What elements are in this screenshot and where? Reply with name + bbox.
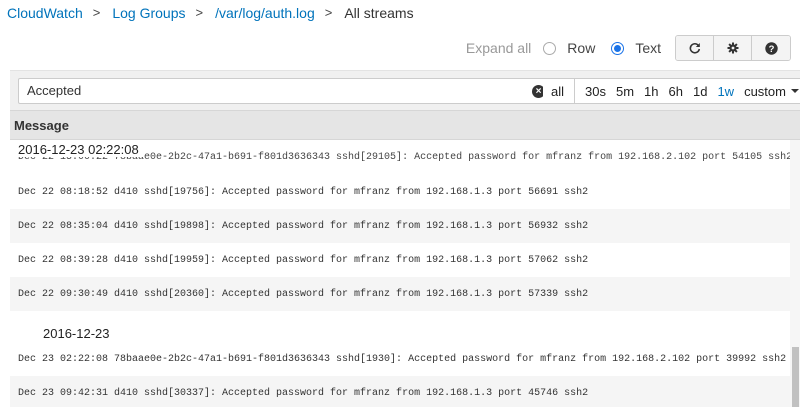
range-1w[interactable]: 1w xyxy=(717,84,734,99)
settings-button[interactable] xyxy=(714,36,752,60)
log-row-text: Dec 22 08:18:52 d410 sshd[19756]: Accept… xyxy=(18,187,589,198)
log-row[interactable]: Dec 22 08:35:04 d410 sshd[19898]: Accept… xyxy=(10,209,790,243)
log-row[interactable]: Dec 22 08:18:52 d410 sshd[19756]: Accept… xyxy=(10,175,790,209)
refresh-icon xyxy=(689,42,700,54)
svg-text:?: ? xyxy=(768,44,774,55)
range-custom-label: custom xyxy=(744,83,786,99)
log-row[interactable]: Dec 23 09:42:31 d410 sshd[30337]: Accept… xyxy=(10,376,790,407)
view-text-label[interactable]: Text xyxy=(635,40,661,56)
view-row-radio[interactable] xyxy=(543,41,557,55)
log-row[interactable]: Dec 22 08:39:28 d410 sshd[19959]: Accept… xyxy=(10,243,790,277)
breadcrumb-separator: > xyxy=(195,5,204,20)
breadcrumb-separator: > xyxy=(324,5,333,20)
gear-icon xyxy=(727,42,738,54)
time-range-selector: all 30s 5m 1h 6h 1d 1w custom xyxy=(543,78,800,104)
log-row-text: Dec 23 09:42:31 d410 sshd[30337]: Accept… xyxy=(18,388,589,399)
log-row-text: Dec 22 09:30:49 d410 sshd[20360]: Accept… xyxy=(18,289,589,300)
range-divider xyxy=(574,78,576,104)
view-text-radio[interactable] xyxy=(611,41,625,55)
log-row[interactable]: Dec 23 02:22:08 78baae0e-2b2c-47a1-b691-… xyxy=(10,342,790,376)
breadcrumb-current: All streams xyxy=(344,4,414,21)
range-6h[interactable]: 6h xyxy=(669,84,683,99)
log-row-text: Dec 22 08:39:28 d410 sshd[19959]: Accept… xyxy=(18,255,589,266)
caret-down-icon xyxy=(790,89,799,93)
help-button[interactable]: ? xyxy=(752,36,790,60)
sticky-date-header: 2016-12-23 02:22:08 xyxy=(18,142,143,157)
log-row[interactable]: Dec 22 09:30:49 d410 sshd[20360]: Accept… xyxy=(10,277,790,311)
log-events-list: 2016-12-23 02:22:08 Dec 22 15:00:22 78ba… xyxy=(10,140,790,407)
log-row-text: Dec 22 08:35:04 d410 sshd[19898]: Accept… xyxy=(18,221,589,232)
message-column-header: Message xyxy=(10,110,800,140)
filter-box: × xyxy=(18,78,552,104)
breadcrumb-log-group[interactable]: /var/log/auth.log xyxy=(215,5,315,21)
breadcrumb-log-groups[interactable]: Log Groups xyxy=(112,5,185,21)
filter-panel: × all 30s 5m 1h 6h 1d 1w custom xyxy=(10,70,800,110)
range-5m[interactable]: 5m xyxy=(616,84,634,99)
range-30s[interactable]: 30s xyxy=(585,84,606,99)
expand-all-button[interactable]: Expand all xyxy=(466,40,531,56)
breadcrumb-separator: > xyxy=(92,5,101,20)
range-custom-dropdown[interactable]: custom xyxy=(744,84,799,99)
toolbar-button-group: ? xyxy=(675,35,791,61)
scrollbar-thumb[interactable] xyxy=(792,347,799,407)
filter-input[interactable] xyxy=(27,83,517,98)
range-1h[interactable]: 1h xyxy=(644,84,658,99)
range-all[interactable]: all xyxy=(551,84,564,99)
toolbar: Expand all Row Text ? xyxy=(466,35,791,61)
help-icon: ? xyxy=(764,41,778,55)
range-1d[interactable]: 1d xyxy=(693,84,707,99)
group-date-label: 2016-12-23 xyxy=(43,326,110,341)
breadcrumb-cloudwatch[interactable]: CloudWatch xyxy=(7,5,83,21)
log-row-text: Dec 23 02:22:08 78baae0e-2b2c-47a1-b691-… xyxy=(18,354,787,365)
view-row-label[interactable]: Row xyxy=(567,40,595,56)
message-header-label: Message xyxy=(14,118,69,133)
refresh-button[interactable] xyxy=(676,36,714,60)
breadcrumb: CloudWatch > Log Groups > /var/log/auth.… xyxy=(7,4,414,21)
